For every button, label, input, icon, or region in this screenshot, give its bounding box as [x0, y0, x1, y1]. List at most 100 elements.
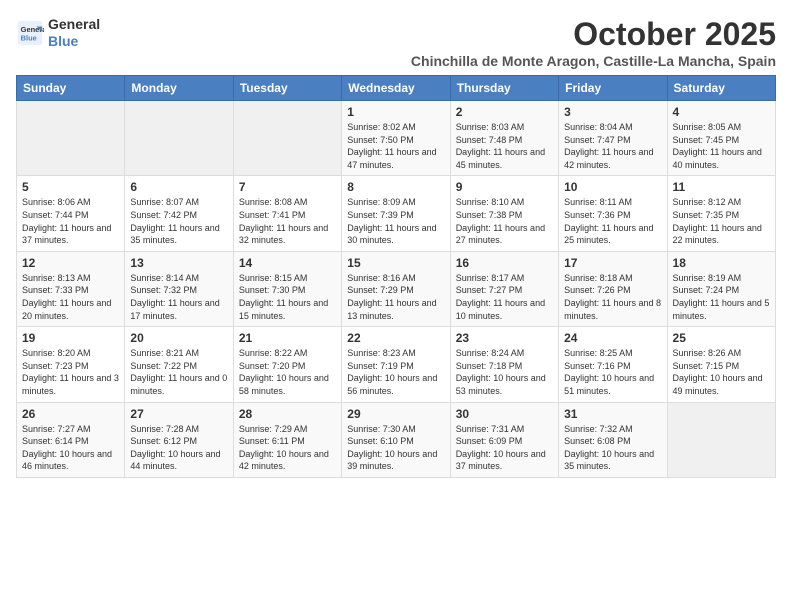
day-info: Sunrise: 7:32 AM Sunset: 6:08 PM Dayligh… [564, 423, 661, 473]
calendar-cell [667, 402, 775, 477]
calendar-cell: 20 Sunrise: 8:21 AM Sunset: 7:22 PM Dayli… [125, 327, 233, 402]
day-info: Sunrise: 8:16 AM Sunset: 7:29 PM Dayligh… [347, 272, 444, 322]
day-info: Sunrise: 7:29 AM Sunset: 6:11 PM Dayligh… [239, 423, 336, 473]
logo-text-general: General [48, 16, 100, 33]
calendar-cell: 28Sunrise: 7:29 AM Sunset: 6:11 PM Dayli… [233, 402, 341, 477]
day-number: 1 [347, 105, 444, 119]
calendar-cell: 17 Sunrise: 8:18 AM Sunset: 7:26 PM Dayli… [559, 251, 667, 326]
day-info: Sunrise: 7:30 AM Sunset: 6:10 PM Dayligh… [347, 423, 444, 473]
day-number: 10 [564, 180, 661, 194]
calendar-cell: 25 Sunrise: 8:26 AM Sunset: 7:15 PM Dayli… [667, 327, 775, 402]
day-info: Sunrise: 8:11 AM Sunset: 7:36 PM Dayligh… [564, 196, 661, 246]
day-number: 2 [456, 105, 553, 119]
day-number: 3 [564, 105, 661, 119]
calendar-table: SundayMondayTuesdayWednesdayThursdayFrid… [16, 75, 776, 478]
calendar-cell: 6 Sunrise: 8:07 AM Sunset: 7:42 PM Daylig… [125, 176, 233, 251]
calendar-header-row: SundayMondayTuesdayWednesdayThursdayFrid… [17, 76, 776, 101]
calendar-cell: 7 Sunrise: 8:08 AM Sunset: 7:41 PM Daylig… [233, 176, 341, 251]
day-info: Sunrise: 8:03 AM Sunset: 7:48 PM Dayligh… [456, 121, 553, 171]
day-info: Sunrise: 8:22 AM Sunset: 7:20 PM Dayligh… [239, 347, 336, 397]
calendar-week-row: 12 Sunrise: 8:13 AM Sunset: 7:33 PM Dayli… [17, 251, 776, 326]
title-section: October 2025 Chinchilla de Monte Aragon,… [411, 16, 776, 69]
day-info: Sunrise: 8:09 AM Sunset: 7:39 PM Dayligh… [347, 196, 444, 246]
calendar-cell: 14 Sunrise: 8:15 AM Sunset: 7:30 PM Dayli… [233, 251, 341, 326]
day-number: 14 [239, 256, 336, 270]
calendar-cell: 30Sunrise: 7:31 AM Sunset: 6:09 PM Dayli… [450, 402, 558, 477]
day-info: Sunrise: 8:25 AM Sunset: 7:16 PM Dayligh… [564, 347, 661, 397]
day-number: 16 [456, 256, 553, 270]
day-number: 23 [456, 331, 553, 345]
day-info: Sunrise: 8:04 AM Sunset: 7:47 PM Dayligh… [564, 121, 661, 171]
calendar-week-row: 1Sunrise: 8:02 AM Sunset: 7:50 PM Daylig… [17, 101, 776, 176]
calendar-week-row: 26Sunrise: 7:27 AM Sunset: 6:14 PM Dayli… [17, 402, 776, 477]
calendar-cell [125, 101, 233, 176]
day-number: 22 [347, 331, 444, 345]
calendar-cell: 24Sunrise: 8:25 AM Sunset: 7:16 PM Dayli… [559, 327, 667, 402]
day-number: 13 [130, 256, 227, 270]
calendar-cell [233, 101, 341, 176]
calendar-cell: 26Sunrise: 7:27 AM Sunset: 6:14 PM Dayli… [17, 402, 125, 477]
weekday-header-friday: Friday [559, 76, 667, 101]
day-info: Sunrise: 7:27 AM Sunset: 6:14 PM Dayligh… [22, 423, 119, 473]
calendar-cell: 23 Sunrise: 8:24 AM Sunset: 7:18 PM Dayli… [450, 327, 558, 402]
calendar-cell [17, 101, 125, 176]
calendar-cell: 3 Sunrise: 8:04 AM Sunset: 7:47 PM Daylig… [559, 101, 667, 176]
calendar-cell: 29 Sunrise: 7:30 AM Sunset: 6:10 PM Dayli… [342, 402, 450, 477]
day-number: 19 [22, 331, 119, 345]
calendar-cell: 22 Sunrise: 8:23 AM Sunset: 7:19 PM Dayli… [342, 327, 450, 402]
day-info: Sunrise: 8:18 AM Sunset: 7:26 PM Dayligh… [564, 272, 661, 322]
day-info: Sunrise: 8:13 AM Sunset: 7:33 PM Dayligh… [22, 272, 119, 322]
calendar-cell: 21Sunrise: 8:22 AM Sunset: 7:20 PM Dayli… [233, 327, 341, 402]
day-number: 25 [673, 331, 770, 345]
day-number: 30 [456, 407, 553, 421]
day-number: 6 [130, 180, 227, 194]
calendar-cell: 8 Sunrise: 8:09 AM Sunset: 7:39 PM Daylig… [342, 176, 450, 251]
day-number: 15 [347, 256, 444, 270]
day-info: Sunrise: 8:20 AM Sunset: 7:23 PM Dayligh… [22, 347, 119, 397]
calendar-cell: 1Sunrise: 8:02 AM Sunset: 7:50 PM Daylig… [342, 101, 450, 176]
day-number: 11 [673, 180, 770, 194]
day-info: Sunrise: 8:26 AM Sunset: 7:15 PM Dayligh… [673, 347, 770, 397]
day-number: 5 [22, 180, 119, 194]
weekday-header-wednesday: Wednesday [342, 76, 450, 101]
day-info: Sunrise: 8:19 AM Sunset: 7:24 PM Dayligh… [673, 272, 770, 322]
month-title: October 2025 [411, 16, 776, 53]
day-number: 29 [347, 407, 444, 421]
calendar-cell: 9Sunrise: 8:10 AM Sunset: 7:38 PM Daylig… [450, 176, 558, 251]
calendar-cell: 2 Sunrise: 8:03 AM Sunset: 7:48 PM Daylig… [450, 101, 558, 176]
day-number: 4 [673, 105, 770, 119]
logo-text-blue: Blue [48, 33, 100, 50]
day-number: 20 [130, 331, 227, 345]
calendar-cell: 18 Sunrise: 8:19 AM Sunset: 7:24 PM Dayli… [667, 251, 775, 326]
calendar-cell: 15 Sunrise: 8:16 AM Sunset: 7:29 PM Dayli… [342, 251, 450, 326]
day-number: 31 [564, 407, 661, 421]
day-info: Sunrise: 8:15 AM Sunset: 7:30 PM Dayligh… [239, 272, 336, 322]
day-info: Sunrise: 8:23 AM Sunset: 7:19 PM Dayligh… [347, 347, 444, 397]
day-info: Sunrise: 8:07 AM Sunset: 7:42 PM Dayligh… [130, 196, 227, 246]
day-info: Sunrise: 7:28 AM Sunset: 6:12 PM Dayligh… [130, 423, 227, 473]
calendar-cell: 31 Sunrise: 7:32 AM Sunset: 6:08 PM Dayli… [559, 402, 667, 477]
logo: General Blue General Blue [16, 16, 100, 50]
calendar-cell: 10 Sunrise: 8:11 AM Sunset: 7:36 PM Dayli… [559, 176, 667, 251]
day-number: 8 [347, 180, 444, 194]
day-info: Sunrise: 8:21 AM Sunset: 7:22 PM Dayligh… [130, 347, 227, 397]
day-info: Sunrise: 8:24 AM Sunset: 7:18 PM Dayligh… [456, 347, 553, 397]
weekday-header-monday: Monday [125, 76, 233, 101]
svg-text:Blue: Blue [21, 33, 37, 42]
day-number: 17 [564, 256, 661, 270]
weekday-header-sunday: Sunday [17, 76, 125, 101]
page-header: General Blue General Blue October 2025 C… [16, 16, 776, 69]
calendar-cell: 12 Sunrise: 8:13 AM Sunset: 7:33 PM Dayli… [17, 251, 125, 326]
day-info: Sunrise: 8:12 AM Sunset: 7:35 PM Dayligh… [673, 196, 770, 246]
calendar-cell: 16 Sunrise: 8:17 AM Sunset: 7:27 PM Dayli… [450, 251, 558, 326]
weekday-header-tuesday: Tuesday [233, 76, 341, 101]
calendar-cell: 19 Sunrise: 8:20 AM Sunset: 7:23 PM Dayli… [17, 327, 125, 402]
day-info: Sunrise: 8:17 AM Sunset: 7:27 PM Dayligh… [456, 272, 553, 322]
day-number: 18 [673, 256, 770, 270]
calendar-week-row: 5Sunrise: 8:06 AM Sunset: 7:44 PM Daylig… [17, 176, 776, 251]
day-number: 12 [22, 256, 119, 270]
day-info: Sunrise: 8:08 AM Sunset: 7:41 PM Dayligh… [239, 196, 336, 246]
day-number: 7 [239, 180, 336, 194]
calendar-cell: 5Sunrise: 8:06 AM Sunset: 7:44 PM Daylig… [17, 176, 125, 251]
weekday-header-thursday: Thursday [450, 76, 558, 101]
